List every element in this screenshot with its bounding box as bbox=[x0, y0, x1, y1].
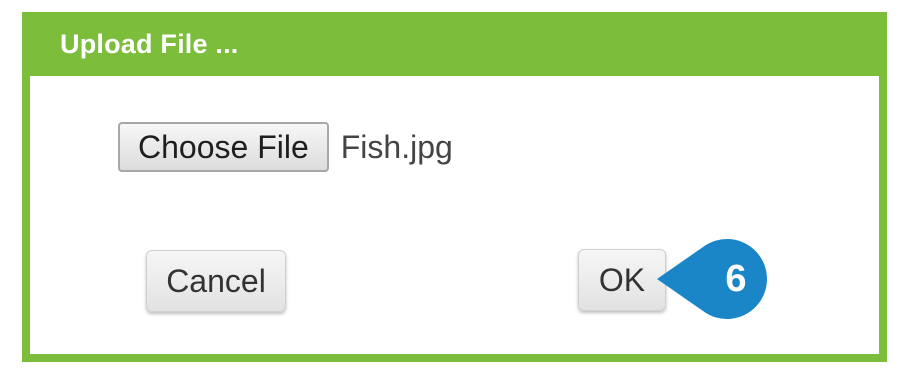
dialog-title: Upload File ... bbox=[60, 28, 239, 59]
ok-button[interactable]: OK bbox=[578, 249, 666, 311]
step-callout: 6 bbox=[657, 231, 775, 327]
selected-file-name: Fish.jpg bbox=[340, 128, 453, 165]
cancel-button[interactable]: Cancel bbox=[146, 250, 286, 312]
dialog-content: Choose File Fish.jpg Cancel OK 6 bbox=[30, 76, 879, 354]
choose-file-button[interactable]: Choose File bbox=[118, 122, 329, 172]
dialog-titlebar: Upload File ... bbox=[22, 12, 887, 76]
upload-file-dialog: Upload File ... Choose File Fish.jpg Can… bbox=[22, 12, 887, 362]
file-chooser-row: Choose File Fish.jpg bbox=[118, 122, 453, 172]
callout-step-number: 6 bbox=[725, 257, 747, 300]
